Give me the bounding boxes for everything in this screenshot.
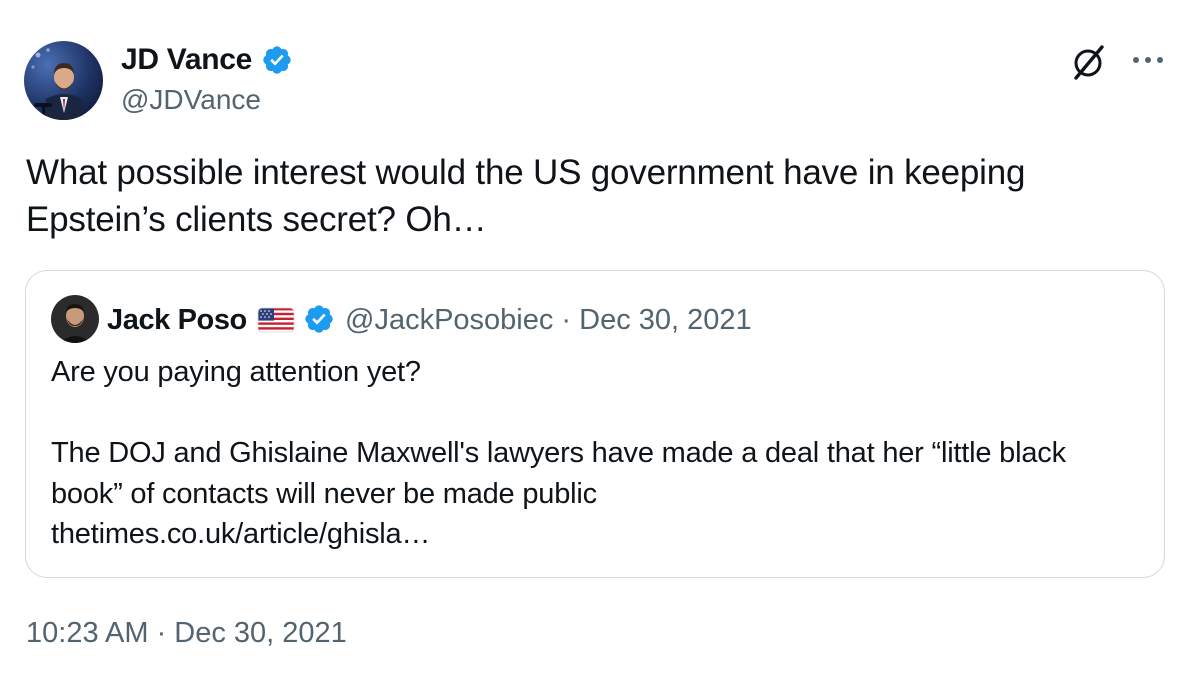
avatar-photo-icon	[51, 295, 99, 343]
quote-author-avatar[interactable]	[51, 295, 99, 343]
tweet-timestamp[interactable]: 10:23 AM · Dec 30, 2021	[26, 613, 347, 653]
author-avatar[interactable]	[24, 41, 103, 120]
quote-author-name[interactable]: Jack Poso	[107, 301, 247, 339]
more-options-icon[interactable]	[1128, 48, 1168, 72]
author-name[interactable]: JD Vance	[121, 40, 252, 80]
author-handle[interactable]: @JDVance	[121, 82, 261, 118]
verified-badge-icon	[263, 46, 291, 74]
avatar-photo-icon	[24, 41, 103, 120]
grok-icon[interactable]	[1066, 39, 1112, 85]
quote-link[interactable]: thetimes.co.uk/article/ghisla…	[51, 514, 430, 554]
quote-text: Are you paying attention yet? The DOJ an…	[51, 356, 1066, 510]
tweet-text: What possible interest would the US gove…	[26, 153, 1026, 239]
quote-author-handle-and-date[interactable]: @JackPosobiec · Dec 30, 2021	[345, 301, 752, 339]
verified-badge-icon	[305, 305, 333, 333]
us-flag-icon	[257, 307, 295, 333]
